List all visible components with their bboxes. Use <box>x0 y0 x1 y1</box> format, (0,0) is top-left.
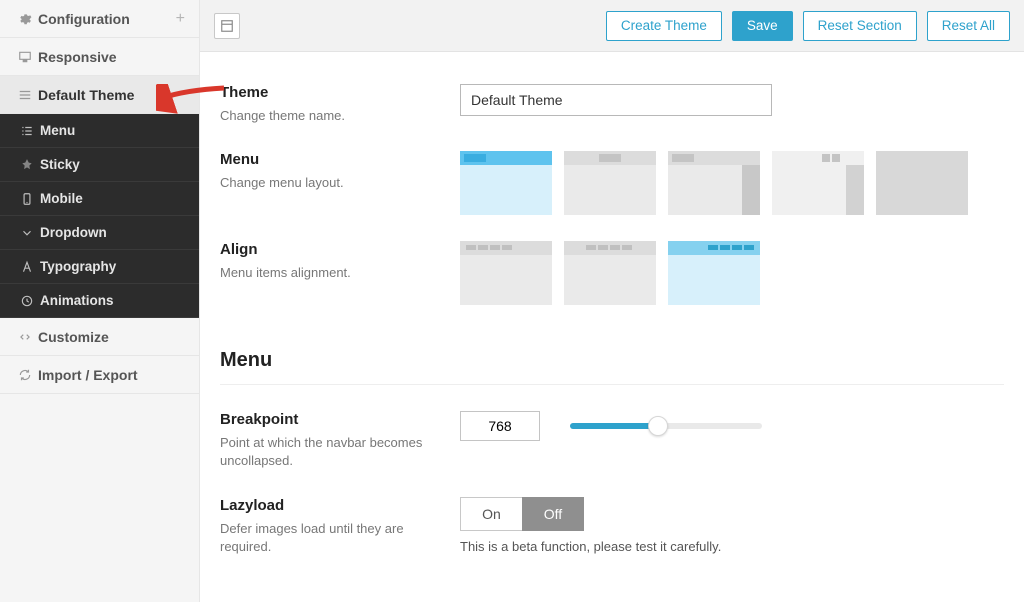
field-desc: Point at which the navbar becomes uncoll… <box>220 434 440 470</box>
plus-icon: + <box>176 10 185 28</box>
field-title: Menu <box>220 151 440 168</box>
reset-section-button[interactable]: Reset Section <box>803 11 917 41</box>
breakpoint-slider[interactable] <box>570 418 762 434</box>
sidebar-item-default-theme[interactable]: Default Theme <box>0 76 199 114</box>
field-desc: Change menu layout. <box>220 174 440 192</box>
menu-layout-option-3[interactable] <box>668 151 760 215</box>
lazyload-off-button[interactable]: Off <box>522 497 584 531</box>
gear-icon <box>18 12 38 26</box>
menu-layout-option-4[interactable] <box>772 151 864 215</box>
sidebar-item-customize[interactable]: Customize <box>0 318 199 356</box>
breakpoint-input[interactable] <box>460 411 540 441</box>
sidebar-item-label: Menu <box>40 123 185 138</box>
sidebar-submenu: Menu Sticky Mobile Dropdown Typography <box>0 114 199 318</box>
code-icon <box>18 330 38 344</box>
refresh-icon <box>18 368 38 382</box>
field-title: Theme <box>220 84 440 101</box>
lazyload-on-button[interactable]: On <box>460 497 522 531</box>
desktop-icon <box>18 50 38 64</box>
content: Theme Change theme name. Menu Change men… <box>200 52 1024 602</box>
field-breakpoint: Breakpoint Point at which the navbar bec… <box>220 403 1004 488</box>
sidebar-item-import-export[interactable]: Import / Export <box>0 356 199 394</box>
sidebar-item-label: Typography <box>40 259 185 274</box>
menu-layout-option-2[interactable] <box>564 151 656 215</box>
field-lazyload: Lazyload Defer images load until they ar… <box>220 489 1004 574</box>
lazyload-toggle: On Off <box>460 497 584 531</box>
sidebar-item-label: Configuration <box>38 11 176 27</box>
sidebar-item-label: Responsive <box>38 49 185 65</box>
create-theme-button[interactable]: Create Theme <box>606 11 722 41</box>
align-option-right[interactable] <box>668 241 760 305</box>
lazyload-hint: This is a beta function, please test it … <box>460 539 1004 554</box>
submenu-menu[interactable]: Menu <box>0 114 199 148</box>
sidebar-item-label: Customize <box>38 329 185 345</box>
sidebar-item-label: Import / Export <box>38 367 185 383</box>
topbar: Create Theme Save Reset Section Reset Al… <box>200 0 1024 52</box>
font-icon <box>20 260 40 274</box>
theme-name-input[interactable] <box>460 84 772 116</box>
align-option-left[interactable] <box>460 241 552 305</box>
field-theme: Theme Change theme name. <box>220 76 1004 143</box>
field-title: Align <box>220 241 440 258</box>
sidebar-item-responsive[interactable]: Responsive <box>0 38 199 76</box>
sidebar-item-configuration[interactable]: Configuration + <box>0 0 199 38</box>
mobile-icon <box>20 192 40 206</box>
submenu-mobile[interactable]: Mobile <box>0 182 199 216</box>
field-desc: Change theme name. <box>220 107 440 125</box>
field-desc: Menu items alignment. <box>220 264 440 282</box>
field-title: Breakpoint <box>220 411 440 428</box>
submenu-typography[interactable]: Typography <box>0 250 199 284</box>
submenu-animations[interactable]: Animations <box>0 284 199 318</box>
sidebar-item-label: Mobile <box>40 191 185 206</box>
save-button[interactable]: Save <box>732 11 793 41</box>
menu-icon <box>18 88 38 102</box>
chevron-down-icon <box>20 226 40 240</box>
section-title-menu: Menu <box>220 323 1004 385</box>
sidebar-item-label: Default Theme <box>38 87 185 103</box>
submenu-sticky[interactable]: Sticky <box>0 148 199 182</box>
pin-icon <box>20 158 40 172</box>
align-option-center[interactable] <box>564 241 656 305</box>
sidebar-item-label: Sticky <box>40 157 185 172</box>
list-icon <box>20 124 40 138</box>
sidebar: Configuration + Responsive Default Theme… <box>0 0 200 602</box>
sidebar-item-label: Animations <box>40 293 185 308</box>
field-title: Lazyload <box>220 497 440 514</box>
menu-layout-option-1[interactable] <box>460 151 552 215</box>
expand-all-button[interactable] <box>214 13 240 39</box>
field-desc: Defer images load until they are require… <box>220 520 440 556</box>
sidebar-item-label: Dropdown <box>40 225 185 240</box>
menu-layout-option-5[interactable] <box>876 151 968 215</box>
field-align: Align Menu items alignment. <box>220 233 1004 323</box>
submenu-dropdown[interactable]: Dropdown <box>0 216 199 250</box>
clock-icon <box>20 294 40 308</box>
reset-all-button[interactable]: Reset All <box>927 11 1010 41</box>
field-menu-layout: Menu Change menu layout. <box>220 143 1004 233</box>
